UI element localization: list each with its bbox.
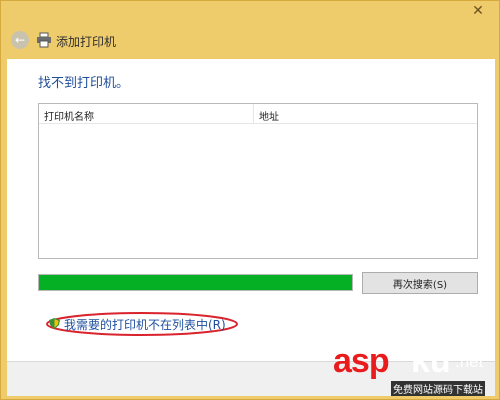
shield-icon [49, 318, 60, 329]
watermark-subtitle: 免费网站源码下载站 [391, 381, 485, 396]
add-printer-window: ✕ ← 添加打印机 找不到打印机。 打印机名称 地址 再次搜索(S) 我需要的打… [0, 0, 500, 400]
watermark-net: .net [455, 352, 484, 371]
column-divider [253, 104, 254, 123]
window-header: ← 添加打印机 [1, 25, 500, 57]
column-header-printer-name[interactable]: 打印机名称 [44, 108, 94, 123]
back-button[interactable]: ← [11, 31, 29, 49]
content-panel: 找不到打印机。 打印机名称 地址 再次搜索(S) 我需要的打印机不在列表中(R) [7, 59, 495, 361]
aspku-watermark: asp ku .net 免费网站源码下载站 [331, 342, 499, 400]
watermark-asp: asp [333, 342, 390, 380]
printer-not-listed-link[interactable]: 我需要的打印机不在列表中(R) [45, 311, 239, 337]
close-button[interactable]: ✕ [463, 1, 493, 21]
window-title: 添加打印机 [56, 35, 117, 49]
list-header: 打印机名称 地址 [39, 104, 477, 124]
column-header-address[interactable]: 地址 [259, 108, 279, 123]
close-icon: ✕ [472, 3, 484, 19]
watermark-ku: ku [411, 342, 451, 380]
search-again-label: 再次搜索(S) [392, 279, 448, 291]
search-again-button[interactable]: 再次搜索(S) [362, 272, 478, 294]
progress-fill [39, 275, 352, 290]
no-printer-message: 找不到打印机。 [38, 76, 130, 91]
printer-icon [37, 32, 51, 48]
printer-not-listed-label: 我需要的打印机不在列表中(R) [64, 318, 226, 332]
search-progress-bar [38, 274, 353, 291]
printer-list[interactable]: 打印机名称 地址 [38, 103, 478, 259]
back-arrow-icon: ← [14, 33, 26, 47]
